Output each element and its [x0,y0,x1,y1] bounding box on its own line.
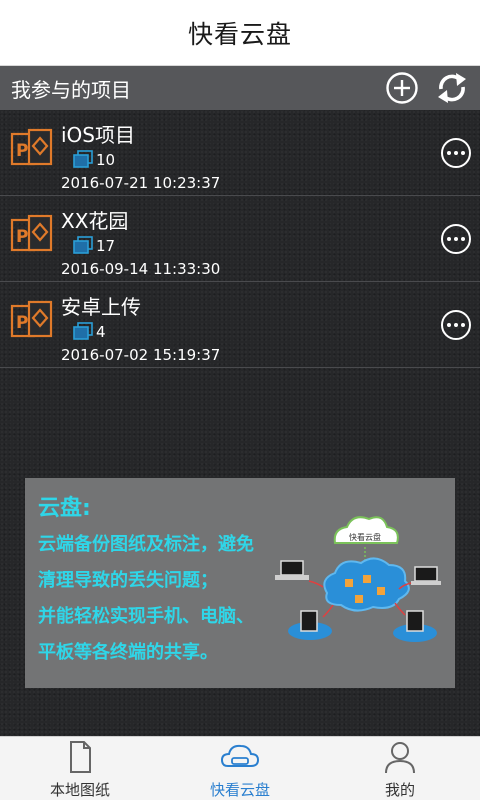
drawing-count: 17 [96,237,116,255]
person-icon [385,742,415,774]
project-timestamp: 2016-07-02 15:19:37 [61,346,221,364]
tab-local-drawings[interactable]: 本地图纸 [0,737,160,800]
project-row[interactable]: P 安卓上传 4 2016-07-02 15:19:37 [0,282,480,368]
plus-circle-icon[interactable] [385,71,419,105]
project-name: XX花园 [61,209,129,233]
banner-line: 云端备份图纸及标注，避免 [38,534,254,555]
tab-label: 本地图纸 [49,781,110,799]
project-file-icon: P [10,128,53,166]
more-options-icon[interactable] [440,309,472,341]
svg-text:P: P [16,227,28,247]
project-list: P iOS项目 10 2016-07-21 10:23:37 P XX花园 17… [0,110,480,736]
project-row[interactable]: P XX花园 17 2016-09-14 11:33:30 [0,196,480,282]
banner-title: 云盘: [38,496,91,521]
folder-stack-icon [73,236,93,254]
project-name: iOS项目 [61,123,135,147]
app-title: 快看云盘 [187,19,292,49]
tab-label: 快看云盘 [209,781,270,799]
tab-cloud-drive[interactable]: 快看云盘 [160,737,320,800]
drawing-count: 10 [96,151,116,169]
svg-text:P: P [16,141,28,161]
drawing-count: 4 [96,323,106,341]
more-options-icon[interactable] [440,137,472,169]
project-file-icon: P [10,214,53,252]
more-options-icon[interactable] [440,223,472,255]
folder-stack-icon [73,322,93,340]
project-file-icon: P [10,300,53,338]
banner-line: 并能轻松实现手机、电脑、 [38,606,254,627]
tab-mine[interactable]: 我的 [320,737,480,800]
sync-arrows-icon[interactable] [434,70,470,106]
project-timestamp: 2016-07-21 10:23:37 [61,174,221,192]
bottom-tab-bar: 本地图纸 快看云盘 我的 [0,736,480,800]
document-icon [70,741,91,773]
svg-text:P: P [16,313,28,333]
folder-stack-icon [73,150,93,168]
banner-line: 平板等各终端的共享。 [38,642,218,663]
project-section-header: 我参与的项目 [0,66,480,110]
project-row[interactable]: P iOS项目 10 2016-07-21 10:23:37 [0,110,480,196]
banner-line: 清理导致的丢失问题； [38,570,218,591]
cloud-label: 快看云盘 [349,532,381,542]
section-title: 我参与的项目 [11,77,131,102]
project-name: 安卓上传 [61,295,141,319]
app-title-bar: 快看云盘 [0,0,480,66]
cloud-network-illustration: 快看云盘 [275,516,441,642]
cloud-promo-banner: 云盘: 云端备份图纸及标注，避免 清理导致的丢失问题； 并能轻松实现手机、电脑、… [25,478,455,688]
tab-label: 我的 [384,781,415,799]
cloud-icon [220,744,260,767]
project-timestamp: 2016-09-14 11:33:30 [61,260,221,278]
